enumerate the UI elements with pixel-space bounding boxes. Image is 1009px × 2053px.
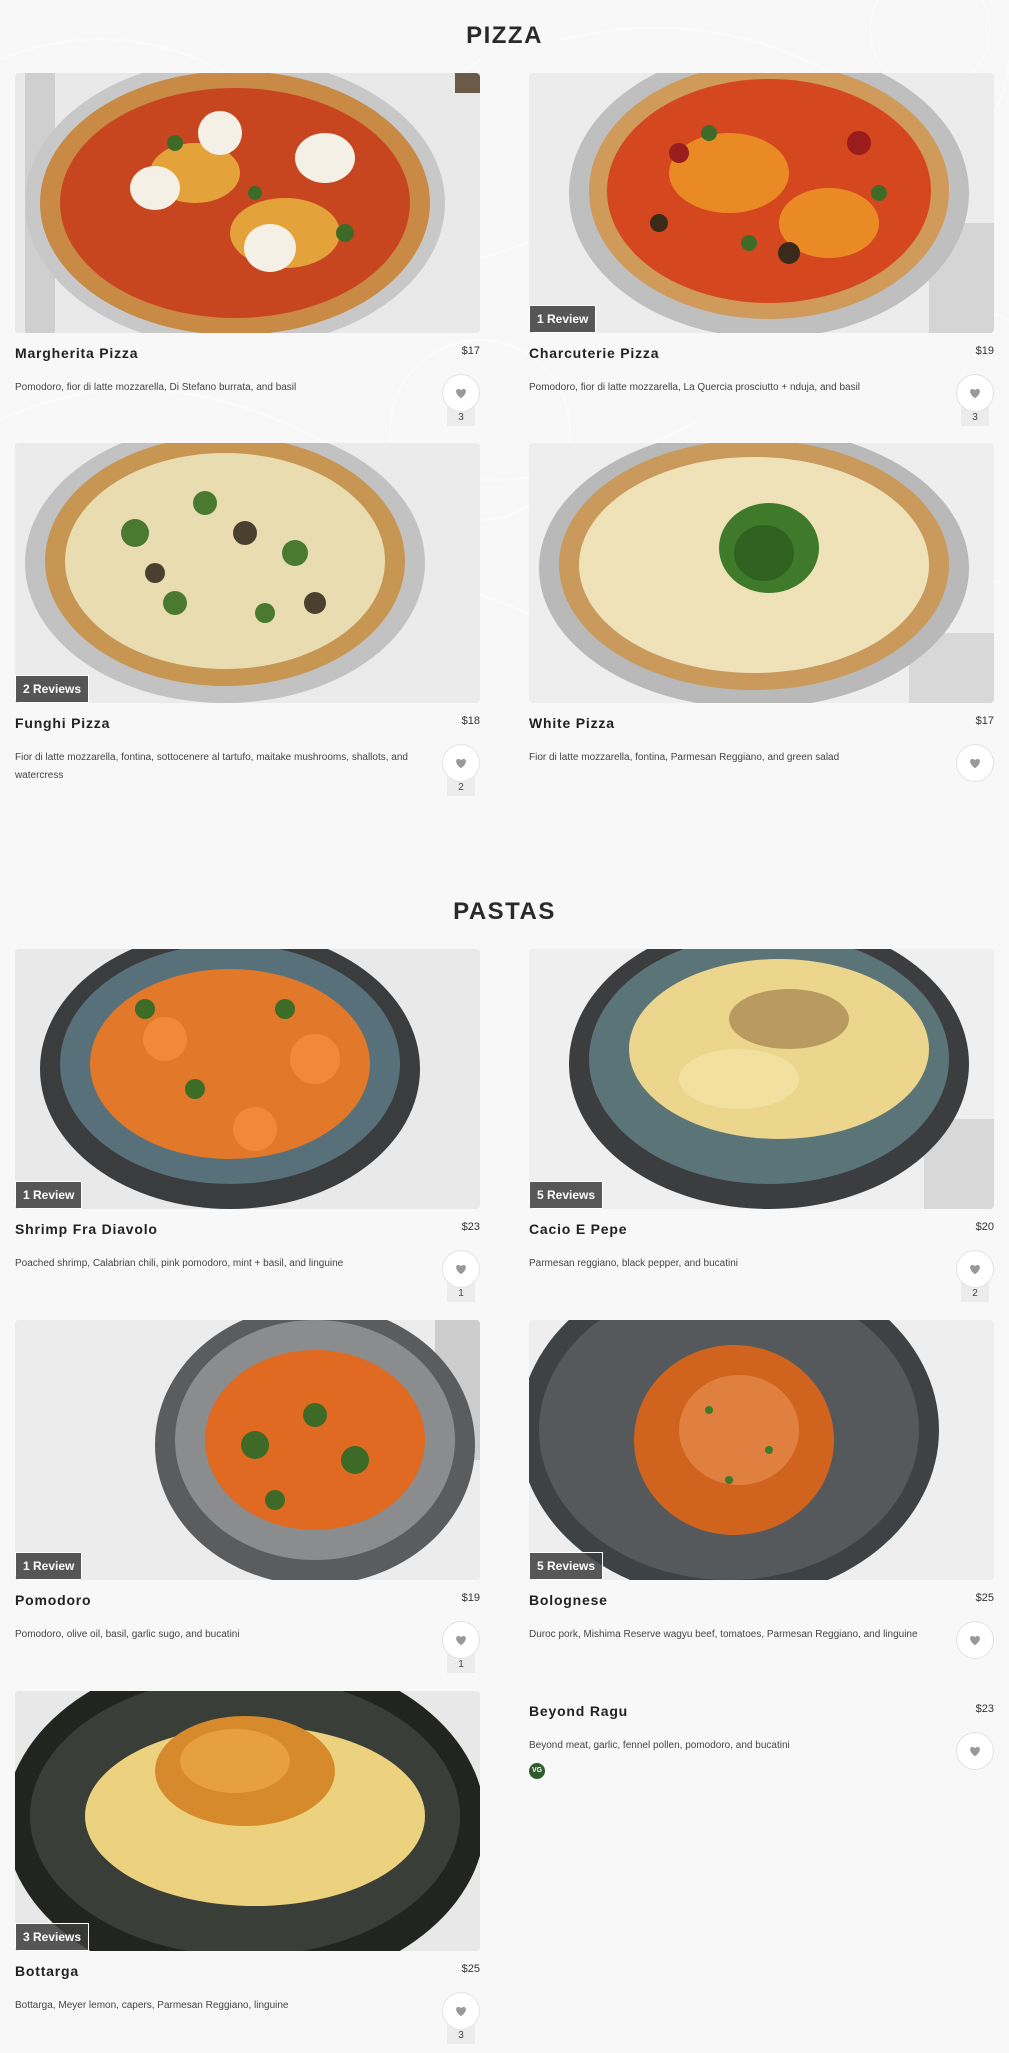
- like-button[interactable]: [442, 374, 480, 412]
- menu-item-card[interactable]: 3 Reviews Bottarga $25 Bottarga, Meyer l…: [15, 1691, 480, 2053]
- dish-price: $25: [975, 1592, 994, 1604]
- heart-icon: [970, 1636, 980, 1646]
- like-control: 2: [956, 1250, 994, 1310]
- like-button[interactable]: [956, 1732, 994, 1770]
- like-control: [956, 744, 994, 804]
- like-control: 3: [956, 374, 994, 434]
- dish-description: Beyond meat, garlic, fennel pollen, pomo…: [529, 1740, 790, 1751]
- review-count-badge[interactable]: 1 Review: [15, 1181, 83, 1209]
- dish-description: Duroc pork, Mishima Reserve wagyu beef, …: [529, 1629, 918, 1640]
- dish-photo[interactable]: 5 Reviews: [529, 1320, 994, 1580]
- menu-item-card[interactable]: White Pizza $17 Fior di latte mozzarella…: [529, 443, 994, 813]
- like-control: 2: [442, 744, 480, 804]
- review-count-badge[interactable]: 1 Review: [529, 305, 597, 333]
- dish-name: Funghi Pizza: [15, 715, 111, 731]
- dish-name: Beyond Ragu: [529, 1703, 629, 1719]
- menu-item-card[interactable]: 2 Reviews Funghi Pizza $18 Fior di latte…: [15, 443, 480, 813]
- dish-description: Parmesan reggiano, black pepper, and buc…: [529, 1258, 739, 1269]
- dish-description: Bottarga, Meyer lemon, capers, Parmesan …: [15, 2000, 289, 2011]
- section-title-pizza: PIZZA: [466, 22, 543, 49]
- dish-photo[interactable]: 1 Review: [15, 949, 480, 1209]
- dish-price: $23: [975, 1703, 994, 1715]
- dish-photo[interactable]: 3 Reviews: [15, 1691, 480, 1951]
- dish-price: $18: [461, 715, 480, 727]
- dish-name: Pomodoro: [15, 1592, 92, 1608]
- vegan-badge-icon: VG: [529, 1763, 545, 1779]
- menu-item-card[interactable]: 1 Review Charcuterie Pizza $19 Pomodoro,…: [529, 73, 994, 443]
- heart-icon: [456, 1265, 466, 1275]
- heart-icon: [970, 1747, 980, 1757]
- dish-name: Margherita Pizza: [15, 345, 139, 361]
- dish-price: $17: [461, 345, 480, 357]
- heart-icon: [970, 1265, 980, 1275]
- dish-name: White Pizza: [529, 715, 615, 731]
- heart-icon: [970, 389, 980, 399]
- dish-price: $20: [975, 1221, 994, 1233]
- review-count-badge[interactable]: 5 Reviews: [529, 1552, 604, 1580]
- like-button[interactable]: [956, 1250, 994, 1288]
- menu-item-card[interactable]: 5 Reviews Bolognese $25 Duroc pork, Mish…: [529, 1320, 994, 1690]
- dish-photo[interactable]: 1 Review: [529, 73, 994, 333]
- dish-price: $19: [461, 1592, 480, 1604]
- review-count-badge[interactable]: 2 Reviews: [15, 675, 90, 703]
- like-button[interactable]: [956, 374, 994, 412]
- like-control: [956, 1732, 994, 1792]
- like-control: 1: [442, 1250, 480, 1310]
- dish-photo[interactable]: 1 Review: [15, 1320, 480, 1580]
- section-title-pastas: PASTAS: [453, 898, 556, 925]
- menu-item-card[interactable]: Beyond Ragu $23 Beyond meat, garlic, fen…: [529, 1691, 994, 1801]
- dish-name: Bolognese: [529, 1592, 608, 1608]
- dish-description: Fior di latte mozzarella, fontina, sotto…: [15, 752, 408, 781]
- dish-photo[interactable]: [15, 73, 480, 333]
- dish-price: $23: [461, 1221, 480, 1233]
- like-button[interactable]: [956, 1621, 994, 1659]
- dish-description: Fior di latte mozzarella, fontina, Parme…: [529, 752, 840, 763]
- dish-price: $17: [975, 715, 994, 727]
- like-control: 1: [442, 1621, 480, 1681]
- like-control: 3: [442, 1992, 480, 2052]
- dish-price: $25: [461, 1963, 480, 1975]
- dish-name: Shrimp Fra Diavolo: [15, 1221, 158, 1237]
- menu-item-card[interactable]: 1 Review Pomodoro $19 Pomodoro, olive oi…: [15, 1320, 480, 1690]
- menu-item-card[interactable]: Margherita Pizza $17 Pomodoro, fior di l…: [15, 73, 480, 443]
- dish-description: Pomodoro, fior di latte mozzarella, Di S…: [15, 382, 297, 393]
- menu-item-card[interactable]: 1 Review Shrimp Fra Diavolo $23 Poached …: [15, 949, 480, 1319]
- menu-item-card[interactable]: 5 Reviews Cacio E Pepe $20 Parmesan regg…: [529, 949, 994, 1319]
- like-button[interactable]: [956, 744, 994, 782]
- heart-icon: [970, 759, 980, 769]
- like-control: 3: [442, 374, 480, 434]
- dish-description: Poached shrimp, Calabrian chili, pink po…: [15, 1258, 344, 1269]
- dish-price: $19: [975, 345, 994, 357]
- dish-name: Bottarga: [15, 1963, 79, 1979]
- dish-photo[interactable]: 5 Reviews: [529, 949, 994, 1209]
- review-count-badge[interactable]: 3 Reviews: [15, 1923, 90, 1951]
- heart-icon: [456, 759, 466, 769]
- dish-description: Pomodoro, fior di latte mozzarella, La Q…: [529, 382, 861, 393]
- like-button[interactable]: [442, 1992, 480, 2030]
- dish-name: Charcuterie Pizza: [529, 345, 660, 361]
- like-button[interactable]: [442, 1621, 480, 1659]
- like-button[interactable]: [442, 744, 480, 782]
- heart-icon: [456, 389, 466, 399]
- dish-photo[interactable]: 2 Reviews: [15, 443, 480, 703]
- like-control: [956, 1621, 994, 1681]
- dish-name: Cacio E Pepe: [529, 1221, 628, 1237]
- review-count-badge[interactable]: 1 Review: [15, 1552, 83, 1580]
- like-button[interactable]: [442, 1250, 480, 1288]
- heart-icon: [456, 2007, 466, 2017]
- dish-description: Pomodoro, olive oil, basil, garlic sugo,…: [15, 1629, 240, 1640]
- heart-icon: [456, 1636, 466, 1646]
- dish-photo[interactable]: [529, 443, 994, 703]
- review-count-badge[interactable]: 5 Reviews: [529, 1181, 604, 1209]
